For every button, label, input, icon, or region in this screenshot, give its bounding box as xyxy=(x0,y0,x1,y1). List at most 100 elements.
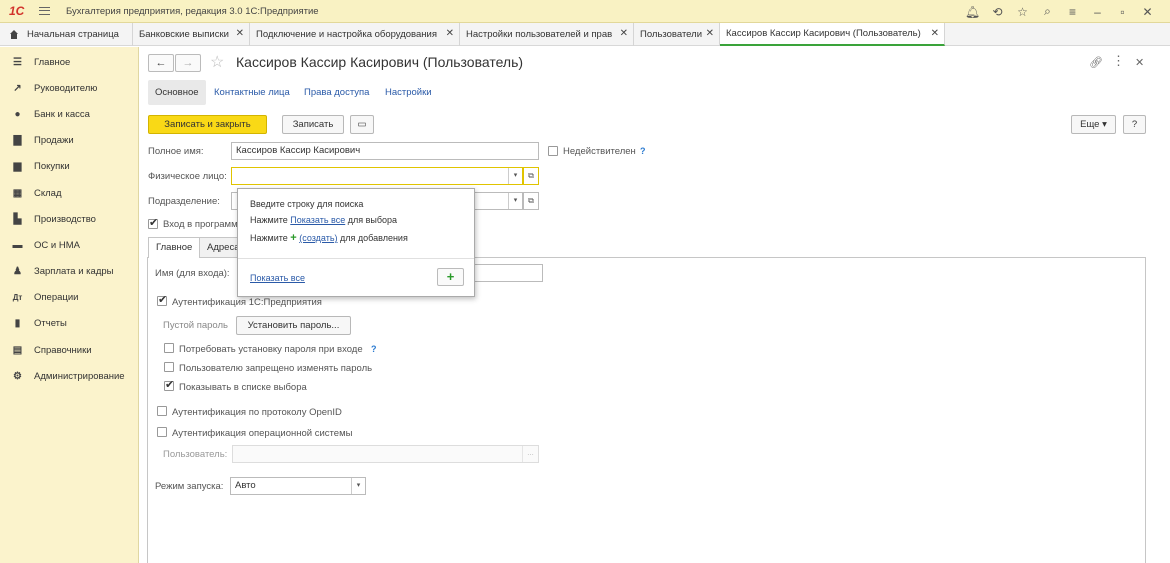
warehouse-icon: ▦ xyxy=(12,187,23,199)
title-toolbar: 🔔︎ ⟲ ☆ ⌕ ≡ – ▫ ✕ xyxy=(960,0,1160,23)
dropdown-icon[interactable]: ▾ xyxy=(508,193,522,209)
tab-bank-statements[interactable]: Банковские выписки ✕ xyxy=(133,23,250,46)
sidebar-item-warehouse[interactable]: ▦ Склад xyxy=(0,180,138,206)
sidebar-item-production[interactable]: ▙ Производство xyxy=(0,206,138,232)
more-actions-icon[interactable]: ⋮ xyxy=(1112,53,1125,69)
subtab-contacts[interactable]: Контактные лица xyxy=(214,80,290,105)
sidebar-item-main[interactable]: ☰ Главное xyxy=(0,49,138,75)
subtab-access-rights[interactable]: Права доступа xyxy=(304,80,369,105)
show-all-link[interactable]: Показать все xyxy=(250,273,305,283)
hint-text: Нажмите xyxy=(250,215,291,225)
help-button[interactable]: ? xyxy=(1123,115,1146,134)
login-allowed-checkbox[interactable] xyxy=(148,216,158,229)
save-and-close-button[interactable]: Записать и закрыть xyxy=(148,115,267,134)
gear-icon: ⚙ xyxy=(13,370,22,382)
link-icon[interactable]: 🔗︎ xyxy=(1089,56,1103,69)
sidebar-item-admin[interactable]: ⚙ Администрирование xyxy=(0,363,138,389)
sidebar-item-manager[interactable]: ↗ Руководителю xyxy=(0,75,138,101)
show-in-list-label: Показывать в списке выбора xyxy=(179,382,307,393)
dropdown-icon[interactable]: ▾ xyxy=(508,168,522,184)
settings-menu-icon[interactable]: ≡ xyxy=(1060,5,1085,19)
trend-icon: ↗ xyxy=(13,82,22,94)
tab-current-user[interactable]: Кассиров Кассир Касирович (Пользователь)… xyxy=(720,23,945,46)
help-icon[interactable]: ? xyxy=(640,146,646,156)
sidebar-item-purchases[interactable]: ▆ Покупки xyxy=(0,154,138,180)
favorite-star-icon[interactable]: ☆ xyxy=(210,52,224,72)
open-department-button[interactable]: ⧉ xyxy=(523,192,539,210)
forward-button[interactable]: → xyxy=(175,54,201,72)
more-button[interactable]: Еще ▾ xyxy=(1071,115,1116,134)
subtab-main[interactable]: Основное xyxy=(148,80,206,105)
show-all-inline-link[interactable]: Показать все xyxy=(290,215,345,225)
auth-1c-checkbox[interactable] xyxy=(157,293,167,306)
title-bar: 1С Бухгалтерия предприятия, редакция 3.0… xyxy=(0,0,1170,23)
tab-equipment[interactable]: Подключение и настройка оборудования ✕ xyxy=(250,23,460,46)
openid-label: Аутентификация по протоколу OpenID xyxy=(172,407,342,418)
os-auth-checkbox[interactable] xyxy=(157,427,167,437)
login-name-label: Имя (для входа): xyxy=(155,268,230,279)
subtab-settings[interactable]: Настройки xyxy=(385,80,432,105)
comment-button[interactable]: ▭ xyxy=(350,115,374,134)
add-button[interactable]: + xyxy=(437,268,464,286)
full-name-field[interactable]: Кассиров Кассир Касирович xyxy=(231,142,539,160)
close-tab-icon[interactable]: ✕ xyxy=(236,28,244,39)
create-link[interactable]: (создать) xyxy=(299,233,337,243)
launch-mode-value: Авто xyxy=(235,480,256,491)
close-icon[interactable]: ✕ xyxy=(1135,5,1160,19)
sidebar-item-operations[interactable]: Дт Операции xyxy=(0,285,138,311)
sidebar-item-label: Банк и касса xyxy=(34,108,90,120)
close-tab-icon[interactable]: ✕ xyxy=(931,28,939,39)
inner-tab-main[interactable]: Главное xyxy=(148,237,201,258)
department-label: Подразделение: xyxy=(148,196,220,207)
save-button[interactable]: Записать xyxy=(282,115,344,134)
login-name-field[interactable] xyxy=(474,264,543,282)
inactive-checkbox[interactable] xyxy=(548,146,558,156)
sidebar-item-sales[interactable]: ▇ Продажи xyxy=(0,128,138,154)
popup-show-all-hint: Нажмите Показать все для выбора xyxy=(250,215,397,225)
launch-mode-select[interactable]: Авто ▾ xyxy=(230,477,366,495)
launch-mode-label: Режим запуска: xyxy=(155,481,224,492)
menu-icon: ☰ xyxy=(13,56,22,68)
sidebar-item-reports[interactable]: ▮ Отчеты xyxy=(0,311,138,337)
history-icon[interactable]: ⟲ xyxy=(985,5,1010,19)
login-allowed-label: Вход в программу разрешен xyxy=(163,219,237,230)
favorites-star-icon[interactable]: ☆ xyxy=(1010,5,1035,19)
sidebar-item-payroll[interactable]: ♟ Зарплата и кадры xyxy=(0,259,138,285)
chart-icon: ▮ xyxy=(14,318,21,330)
close-tab-icon[interactable]: ✕ xyxy=(620,28,628,39)
os-auth-label: Аутентификация операционной системы xyxy=(172,428,353,439)
sections-sidebar: ☰ Главное ↗ Руководителю ● Банк и касса ▇ Пр… xyxy=(0,47,139,563)
sidebar-item-bank[interactable]: ● Банк и касса xyxy=(0,101,138,127)
person-label: Физическое лицо: xyxy=(148,171,227,182)
close-form-icon[interactable]: ✕ xyxy=(1135,56,1144,69)
set-password-button[interactable]: Установить пароль... xyxy=(236,316,351,335)
require-password-checkbox[interactable] xyxy=(164,343,174,353)
back-button[interactable]: ← xyxy=(148,54,174,72)
plus-icon: + xyxy=(290,232,297,244)
search-icon[interactable]: ⌕ xyxy=(1035,4,1060,19)
dropdown-icon[interactable]: ▾ xyxy=(351,478,365,494)
show-in-list-checkbox[interactable] xyxy=(164,378,174,391)
minimize-icon[interactable]: – xyxy=(1085,5,1110,19)
sidebar-item-label: Склад xyxy=(34,187,62,199)
openid-checkbox[interactable] xyxy=(157,406,167,416)
tab-label: Начальная страница xyxy=(27,29,119,40)
close-tab-icon[interactable]: ✕ xyxy=(446,28,454,39)
bell-icon[interactable]: 🔔︎ xyxy=(960,5,985,19)
tab-users[interactable]: Пользователи ✕ xyxy=(634,23,720,46)
tab-user-settings[interactable]: Настройки пользователей и прав ✕ xyxy=(460,23,634,46)
person-search-popup: Введите строку для поиска Нажмите Показа… xyxy=(237,188,475,297)
close-tab-icon[interactable]: ✕ xyxy=(706,28,714,39)
full-name-label: Полное имя: xyxy=(148,146,204,157)
tab-home[interactable]: Начальная страница xyxy=(0,23,133,46)
help-icon[interactable]: ? xyxy=(371,344,377,354)
restore-icon[interactable]: ▫ xyxy=(1110,5,1135,19)
sidebar-item-assets[interactable]: ▬ ОС и НМА xyxy=(0,232,138,258)
inner-tab-addresses[interactable]: Адреса, телефоны xyxy=(199,237,239,257)
inactive-label: Недействителен xyxy=(563,146,636,157)
main-menu-icon[interactable] xyxy=(39,7,50,15)
sidebar-item-catalogs[interactable]: ▤ Справочники xyxy=(0,337,138,363)
person-field[interactable]: ▾ xyxy=(231,167,523,185)
open-person-button[interactable]: ⧉ xyxy=(523,167,539,185)
forbid-change-checkbox[interactable] xyxy=(164,362,174,372)
